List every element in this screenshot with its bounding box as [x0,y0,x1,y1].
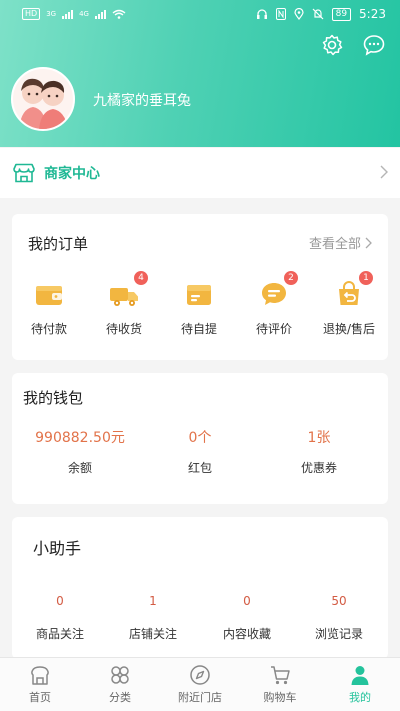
status-bar: HD 3G 4G 89 5:23 [0,0,400,30]
order-pending-payment[interactable]: 待付款 [17,278,81,337]
tab-label: 分类 [109,691,131,704]
view-all-orders-link[interactable]: 查看全部 [309,233,372,252]
wifi-icon [112,9,126,19]
network-type-2: 4G [79,10,89,18]
product-follows-label: 商品关注 [35,627,84,641]
tab-mine[interactable]: 我的 [320,664,400,705]
content-favorites-label: 内容收藏 [222,627,271,641]
wallet-icon [36,286,62,305]
category-icon [111,666,129,684]
headphone-icon [256,9,267,19]
order-label: 退换/售后 [322,322,376,336]
wallet-title: 我的钱包 [23,389,84,407]
tab-category[interactable]: 分类 [80,664,160,705]
signal-icon [94,9,106,19]
notification-badge: 4 [133,270,149,286]
tab-cart[interactable]: 购物车 [240,664,320,705]
orders-title: 我的订单 [28,235,89,253]
mute-bell-icon [312,8,324,20]
location-icon [293,8,304,20]
notification-badge: 2 [283,270,299,286]
tab-label: 首页 [29,691,51,704]
chevron-right-icon [365,237,372,248]
battery-indicator: 89 [331,7,352,21]
orders-card: 我的订单 查看全部 待付款 4 待收货 待自提 2 待评价 1 退换/售后 [12,214,388,360]
profile-header: HD 3G 4G 89 5:23 九橘家的垂耳兔 [0,0,400,147]
avatar-illustration [13,69,73,129]
username[interactable]: 九橘家的垂耳兔 [93,90,191,110]
notification-badge: 1 [358,270,374,286]
browse-history-label: 浏览记录 [314,627,363,641]
tab-label: 购物车 [263,691,297,704]
helper-title: 小助手 [33,539,82,558]
box-icon [187,285,211,305]
person-icon [351,666,369,685]
helper-card: 小助手 0 商品关注 1 店铺关注 0 内容收藏 50 浏览记录 [12,517,388,659]
hd-indicator: HD [22,8,41,20]
nfc-icon [275,8,286,20]
content-favorites-value: 0 [243,594,251,608]
gear-icon[interactable] [320,33,344,57]
order-returns-aftersale[interactable]: 1 退换/售后 [317,270,381,337]
tab-label: 附近门店 [178,691,222,704]
order-label: 待付款 [30,322,67,336]
tab-label: 我的 [349,691,371,704]
wallet-card: 我的钱包 990882.50元 余额 0个 红包 1张 优惠券 [12,373,388,504]
clock: 5:23 [359,7,386,21]
red-packet-label: 红包 [187,461,212,475]
order-pending-pickup[interactable]: 待自提 [167,278,231,337]
coupon-label: 优惠券 [300,461,337,475]
order-label: 待自提 [180,322,217,336]
browse-history-value: 50 [331,594,347,608]
order-pending-receipt[interactable]: 4 待收货 [92,270,156,337]
chevron-right-icon [380,165,388,179]
storefront-icon [13,163,35,183]
chat-bubble-icon[interactable] [362,33,386,57]
order-pending-review[interactable]: 2 待评价 [242,270,306,337]
balance-label: 余额 [67,461,92,475]
store-follows-label: 店铺关注 [128,627,177,641]
tab-home[interactable]: 首页 [0,664,80,705]
view-all-label: 查看全部 [308,237,361,252]
signal-icon [62,9,74,19]
merchant-center-label: 商家中心 [44,166,100,182]
compass-icon [190,665,210,685]
merchant-center-row[interactable]: 商家中心 [0,148,400,198]
home-icon [31,666,49,685]
store-follows-value: 1 [149,594,157,608]
cart-icon [271,666,290,685]
network-type-1: 3G [46,10,57,18]
avatar[interactable] [11,67,75,131]
bottom-tab-bar: 首页 分类 附近门店 购物车 我的 [0,657,400,711]
order-label: 待评价 [255,322,292,336]
product-follows-value: 0 [56,594,64,608]
order-label: 待收货 [105,322,142,336]
coupon-value: 1张 [307,430,331,446]
balance-value: 990882.50元 [35,430,125,446]
red-packet-value: 0个 [188,430,212,446]
tab-nearby-stores[interactable]: 附近门店 [160,664,240,705]
